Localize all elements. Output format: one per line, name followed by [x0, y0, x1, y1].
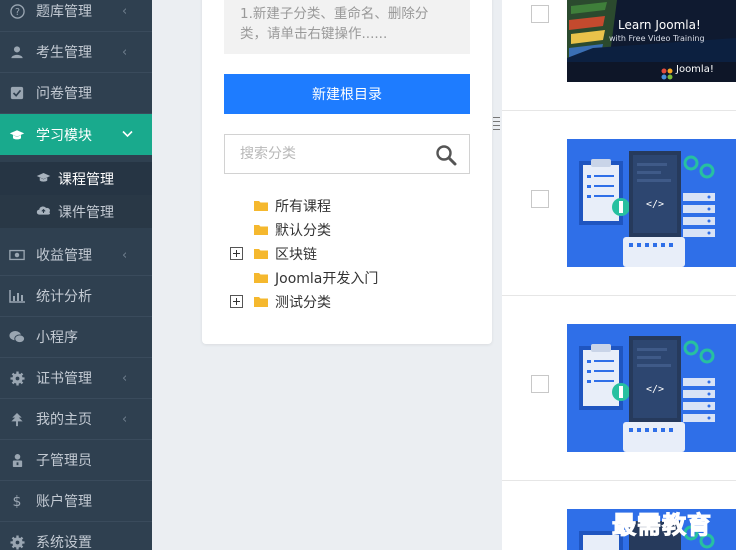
watermark-text: 最需教育	[612, 510, 712, 540]
nav-item-learning[interactable]: 学习模块	[0, 114, 152, 155]
nav-item-candidates[interactable]: 考生管理 ‹	[0, 32, 152, 73]
folder-icon	[254, 225, 268, 235]
subnav-label: 课程管理	[58, 171, 114, 188]
course-thumbnail[interactable]: </>	[567, 139, 736, 267]
money-icon	[9, 247, 25, 263]
joomla-logo-icon	[661, 65, 673, 80]
svg-text:?: ?	[15, 6, 20, 17]
developer-illustration-image: </>	[567, 139, 736, 267]
nav-label: 系统设置	[36, 535, 92, 550]
expand-plus-icon[interactable]	[230, 295, 243, 308]
row-checkbox[interactable]	[531, 375, 549, 393]
nav-label: 收益管理	[36, 248, 92, 264]
active-indicator	[140, 120, 152, 148]
nav-item-surveys[interactable]: 问卷管理	[0, 73, 152, 114]
gear-icon	[9, 370, 25, 386]
question-circle-icon: ?	[9, 3, 25, 19]
tree-node-label: 默认分类	[275, 223, 331, 239]
banner-subtitle: with Free Video Training	[609, 34, 705, 43]
expand-plus-icon[interactable]	[230, 247, 243, 260]
nav-item-homepage[interactable]: 我的主页 ‹	[0, 399, 152, 440]
row-checkbox[interactable]	[531, 190, 549, 208]
category-search-input[interactable]	[225, 135, 425, 173]
bar-chart-icon	[9, 288, 25, 304]
developer-illustration-image: </>	[567, 324, 736, 452]
check-square-icon	[9, 85, 25, 101]
nav-item-sub-admins[interactable]: 子管理员	[0, 440, 152, 481]
chevron-left-icon: ‹	[122, 411, 128, 427]
chevron-left-icon: ‹	[122, 247, 128, 263]
nav-label: 证书管理	[36, 371, 92, 387]
subnav-courseware-management[interactable]: 课件管理	[0, 195, 152, 228]
folder-icon	[254, 249, 268, 259]
graduation-cap-icon	[36, 172, 52, 186]
tree-node-label: Joomla开发入门	[275, 271, 379, 287]
panel-resize-handle[interactable]	[493, 114, 500, 136]
nav-item-mini-program[interactable]: 小程序	[0, 317, 152, 358]
course-thumbnail[interactable]: Learn Joomla! with Free Video Training J…	[567, 0, 736, 82]
new-root-category-button[interactable]: 新建根目录	[224, 74, 470, 114]
category-search	[224, 134, 470, 174]
tree-node-label: 所有课程	[275, 199, 331, 215]
user-icon	[9, 44, 25, 60]
cog-icon	[9, 534, 25, 550]
chevron-down-icon	[122, 127, 134, 142]
search-icon[interactable]	[435, 144, 457, 166]
nav-label: 考生管理	[36, 45, 92, 61]
nav-label: 我的主页	[36, 412, 92, 428]
user-lock-icon	[9, 452, 25, 468]
svg-text:</>: </>	[646, 384, 664, 395]
chevron-left-icon: ‹	[122, 370, 128, 386]
nav-label: 问卷管理	[36, 86, 92, 102]
graduation-cap-icon	[9, 127, 25, 143]
chevron-left-icon: ‹	[122, 3, 128, 19]
tree-icon	[9, 411, 25, 427]
nav-item-system-settings[interactable]: 系统设置	[0, 522, 152, 550]
folder-icon	[254, 297, 268, 307]
nav-item-statistics[interactable]: 统计分析	[0, 276, 152, 317]
banner-brand: Joomla!	[676, 64, 714, 75]
tree-node-label: 区块链	[275, 247, 317, 263]
subnav-course-management[interactable]: 课程管理	[0, 162, 152, 195]
nav-label: 学习模块	[36, 127, 92, 144]
row-checkbox[interactable]	[531, 5, 549, 23]
nav-item-certificates[interactable]: 证书管理 ‹	[0, 358, 152, 399]
nav-item-revenue[interactable]: 收益管理 ‹	[0, 235, 152, 276]
wechat-icon	[9, 329, 25, 345]
nav-label: 小程序	[36, 330, 78, 346]
cloud-upload-icon	[36, 205, 52, 219]
help-tip-line-2: 类，请单击右键操作......	[240, 26, 388, 42]
tree-node-label: 测试分类	[275, 295, 331, 311]
nav-label: 统计分析	[36, 289, 92, 305]
dollar-icon: $	[9, 493, 25, 509]
banner-title: Learn Joomla!	[618, 18, 701, 32]
sidebar: ? 题库管理 ‹ 考生管理 ‹ 问卷管理 学习模块 课程管理 课件管理 收益管理…	[0, 0, 152, 550]
nav-item-account[interactable]: $ 账户管理	[0, 481, 152, 522]
folder-icon	[254, 201, 268, 211]
nav-label: 账户管理	[36, 494, 92, 510]
nav-item-question-bank[interactable]: ? 题库管理 ‹	[0, 0, 152, 32]
svg-text:</>: </>	[646, 199, 664, 210]
chevron-left-icon: ‹	[122, 44, 128, 60]
help-tip: 1.新建子分类、重命名、删除分 类，请单击右键操作......	[224, 0, 470, 54]
nav-label: 题库管理	[36, 4, 92, 20]
svg-text:$: $	[13, 494, 22, 509]
help-tip-line-1: 1.新建子分类、重命名、删除分	[240, 6, 429, 22]
course-thumbnail[interactable]: </>	[567, 324, 736, 452]
folder-icon	[254, 273, 268, 283]
nav-label: 子管理员	[36, 453, 92, 469]
subnav-label: 课件管理	[58, 204, 114, 221]
